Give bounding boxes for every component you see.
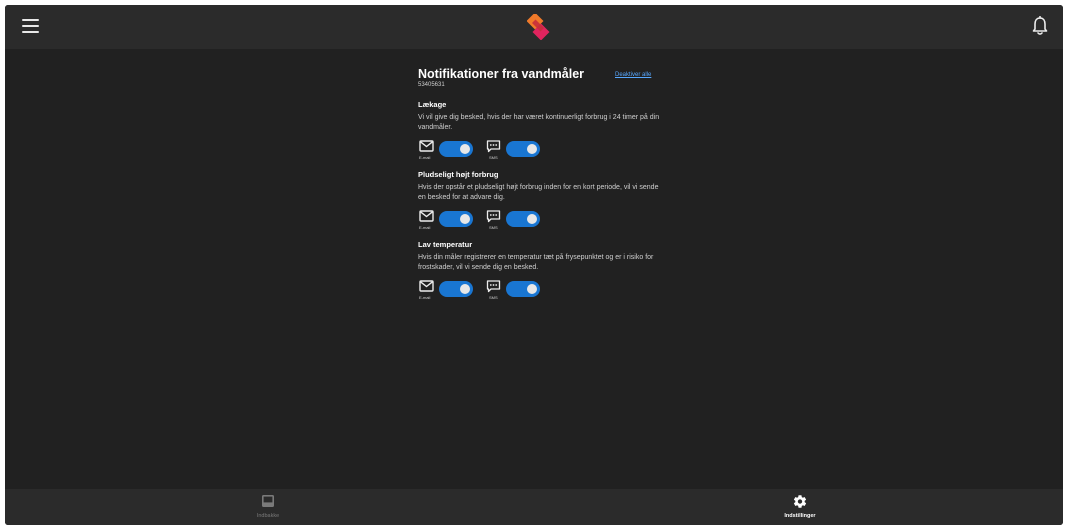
title-row: Notifikationer fra vandmåler 53405631 De… [418,67,668,93]
channel-row: E-mail SMS [418,280,668,302]
diamond-logo-icon [526,12,551,41]
section-heading: Pludseligt højt forbrug [418,170,499,179]
sms-channel: SMS [485,280,540,302]
notification-settings-panel: Notifikationer fra vandmåler 53405631 De… [418,67,668,302]
bottom-navigation: Indbakke Indstillinger [5,489,1063,525]
nav-inbox-label: Indbakke [256,513,280,519]
sms-toggle[interactable] [506,281,540,297]
email-label: E-mail [419,295,431,300]
sms-channel: SMS [485,140,540,162]
channel-row: E-mail SMS [418,140,668,162]
email-channel: E-mail [418,210,473,232]
section-sudden-high-usage: Pludseligt højt forbrug Hvis der opstår … [418,170,668,232]
toggle-knob [460,284,470,294]
sms-toggle[interactable] [506,211,540,227]
section-heading: Lav temperatur [418,240,473,249]
mail-icon: E-mail [418,280,438,302]
channel-row: E-mail SMS [418,210,668,232]
nav-inbox[interactable]: Indbakke [5,489,531,525]
toggle-knob [460,214,470,224]
app-window: Notifikationer fra vandmåler 53405631 De… [5,5,1063,525]
email-toggle[interactable] [439,211,473,227]
toggle-knob [527,214,537,224]
section-description: Hvis der opstår et pludseligt højt forbr… [418,184,659,201]
mail-icon: E-mail [418,210,438,232]
email-label: E-mail [419,225,431,230]
toggle-knob [527,144,537,154]
meter-id: 53405631 [418,82,445,88]
email-toggle[interactable] [439,141,473,157]
sms-toggle[interactable] [506,141,540,157]
section-heading: Lækage [418,100,447,109]
mail-icon: E-mail [418,140,438,162]
email-toggle[interactable] [439,281,473,297]
nav-settings[interactable]: Indstillinger [537,489,1063,525]
toggle-knob [527,284,537,294]
deactivate-all-link[interactable]: Deaktiver alle [615,72,651,78]
email-label: E-mail [419,155,431,160]
bell-icon[interactable] [1031,15,1049,36]
inbox-icon [261,494,275,513]
sms-icon: SMS [485,280,505,302]
sms-icon: SMS [485,140,505,162]
section-leakage: Lækage Vi vil give dig besked, hvis der … [418,100,668,162]
sms-label: SMS [489,225,498,230]
sms-channel: SMS [485,210,540,232]
section-description: Hvis din måler registrerer en temperatur… [418,254,654,271]
sms-icon: SMS [485,210,505,232]
email-channel: E-mail [418,140,473,162]
top-bar [5,5,1063,49]
hamburger-menu-icon[interactable] [22,19,39,33]
nav-settings-label: Indstillinger [784,513,816,519]
section-low-temperature: Lav temperatur Hvis din måler registrere… [418,240,668,302]
section-description: Vi vil give dig besked, hvis der har vær… [418,114,660,131]
sms-label: SMS [489,155,498,160]
gear-icon [793,494,808,514]
sms-label: SMS [489,295,498,300]
email-channel: E-mail [418,280,473,302]
toggle-knob [460,144,470,154]
